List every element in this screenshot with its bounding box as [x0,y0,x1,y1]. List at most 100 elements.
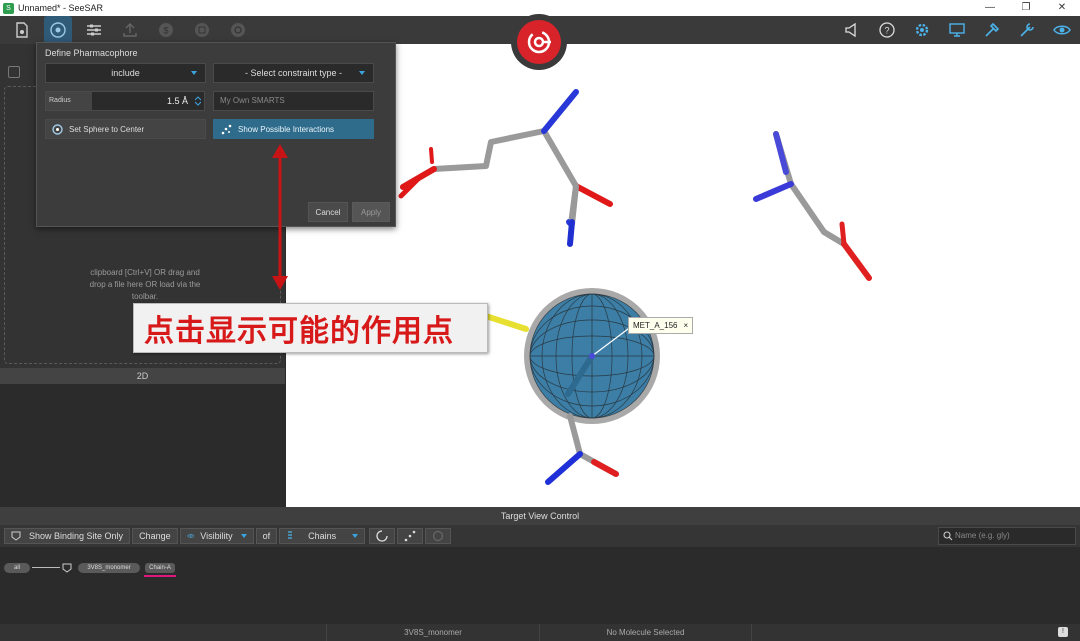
eye-icon [186,534,194,538]
wrench-button[interactable] [1013,16,1041,44]
chains-select[interactable]: Chains [279,528,366,544]
drop-hint: clipboard [Ctrl+V] OR drag and drop a fi… [89,268,201,301]
tree-node-monomer[interactable]: 3V8S_monomer [78,563,140,573]
chain-selected-underline [144,575,176,577]
include-select-value: include [111,68,140,78]
status-selection: No Molecule Selected [540,624,752,641]
view-2d-label: 2D [0,368,285,384]
show-possible-interactions-button[interactable]: Show Possible Interactions [213,119,374,139]
eye-icon [1053,25,1071,35]
radius-input[interactable]: Radius 1.5 Å [45,91,205,111]
toolbar-right-group: ? [831,16,1076,44]
monitor-icon [949,23,965,37]
tooltip-close-icon[interactable]: × [683,318,688,333]
upload-button[interactable] [116,16,144,44]
tree-connector [32,567,60,568]
file-icon [16,22,28,38]
tools-icon [985,22,1000,37]
annotation-arrow-icon [272,144,288,290]
tree-node-chain[interactable]: Chain-A [145,563,175,573]
help-icon: ? [879,22,895,38]
window-title: Unnamed* - SeeSAR [18,3,104,13]
protein-icon [62,563,72,573]
atom-tooltip-label: MET_A_156 [633,321,678,330]
chevron-down-icon [240,534,247,538]
of-label-chip: of [255,528,278,544]
svg-text:?: ? [884,26,889,36]
filter-icon: $ [159,23,173,37]
refresh-icon [376,530,388,542]
constraint-select-value: - Select constraint type - [244,68,343,78]
restore-button[interactable]: ❐ [1008,0,1044,16]
help-button[interactable]: ? [873,16,901,44]
molecule-render [398,89,872,485]
radius-label: Radius [46,92,92,110]
table-button[interactable] [188,16,216,44]
sliders-button[interactable] [80,16,108,44]
spinner-icon[interactable] [195,96,201,106]
reset-view-button[interactable] [369,528,396,544]
name-search-input[interactable]: Name (e.g. gly) [938,527,1076,545]
brand-logo-inner [517,20,561,64]
chevron-down-icon [191,71,197,75]
seesar-icon: S [3,2,14,14]
pharmacophore-button[interactable] [44,16,72,44]
target-view-header: Target View Control [0,507,1080,525]
sliders-icon [87,24,101,36]
surface-icon [432,530,444,542]
interactions-toggle-button[interactable] [397,528,424,544]
file-button[interactable] [8,16,36,44]
chain-icon [288,531,293,539]
visibility-button[interactable] [1048,16,1076,44]
visibility-select[interactable]: Visibility [179,528,254,544]
show-binding-label: Show Binding Site Only [29,531,124,541]
target-view-toolbar: Show Binding Site Only Change Visibility… [0,525,1080,547]
brand-logo[interactable] [511,14,567,70]
name-search-placeholder: Name (e.g. gly) [955,531,1010,540]
of-label: of [262,531,271,541]
pharmacophore-icon [50,22,66,38]
display-button[interactable] [943,16,971,44]
smarts-input[interactable]: My Own SMARTS [213,91,374,111]
search-icon [943,531,953,541]
chevron-down-icon [352,534,359,538]
interactions-icon [404,530,416,542]
radius-value: 1.5 Å [166,96,188,106]
visibility-label: Visibility [200,531,233,541]
apply-button[interactable]: Apply [352,202,390,222]
sphere-center-icon [52,123,63,135]
calculator-icon[interactable] [8,66,20,78]
status-structure: 3V8S_monomer [326,624,540,641]
shield-icon [11,531,21,541]
interactions-icon [221,124,232,134]
cancel-button[interactable]: Cancel [308,202,348,222]
close-button[interactable]: ✕ [1044,0,1080,16]
cog-button[interactable] [224,16,252,44]
filter-button[interactable]: $ [152,16,180,44]
constraint-type-select[interactable]: - Select constraint type - [213,63,374,83]
target-tree-area: all 3V8S_monomer Chain-A [0,547,1080,624]
table-icon [195,23,209,37]
tools-button[interactable] [978,16,1006,44]
chains-label: Chains [308,531,337,541]
upload-icon [123,23,137,37]
gear-icon [915,23,929,37]
seesar-logo-icon [527,30,551,54]
set-sphere-center-button[interactable]: Set Sphere to Center [45,119,206,139]
notification-icon[interactable]: ! [1058,627,1068,637]
change-label: Change [139,531,171,541]
show-binding-site-button[interactable]: Show Binding Site Only [4,528,131,544]
surface-toggle-button[interactable] [425,528,452,544]
wrench-icon [1020,23,1034,37]
show-interactions-label: Show Possible Interactions [238,124,335,134]
announce-button[interactable] [838,16,866,44]
minimize-button[interactable]: — [972,0,1008,16]
tree-node-all[interactable]: all [4,563,30,573]
include-select[interactable]: include [45,63,206,83]
settings-cog-icon [231,23,245,37]
status-bar: 3V8S_monomer No Molecule Selected ! [0,624,1080,641]
3d-viewport[interactable]: MET_A_156 × [286,44,1080,507]
atom-tooltip: MET_A_156 × [628,317,694,334]
preferences-button[interactable] [908,16,936,44]
annotation-callout: 点击显示可能的作用点 [133,303,488,353]
